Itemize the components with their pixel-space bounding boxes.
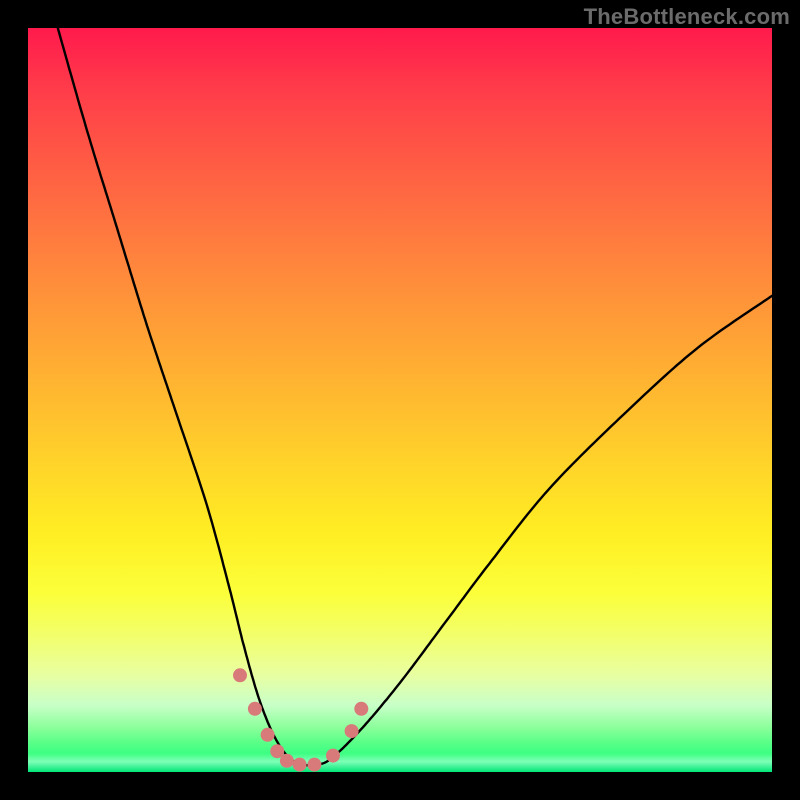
highlight-marker — [233, 668, 247, 682]
highlight-marker — [293, 758, 307, 772]
highlight-marker — [354, 702, 368, 716]
highlight-marker — [280, 754, 294, 768]
bottleneck-curve — [58, 28, 772, 766]
watermark-text: TheBottleneck.com — [584, 4, 790, 30]
highlight-marker — [326, 749, 340, 763]
highlight-marker — [248, 702, 262, 716]
highlight-marker — [307, 758, 321, 772]
chart-area — [28, 28, 772, 772]
highlight-marker — [345, 724, 359, 738]
highlight-marker — [261, 728, 275, 742]
chart-svg — [28, 28, 772, 772]
